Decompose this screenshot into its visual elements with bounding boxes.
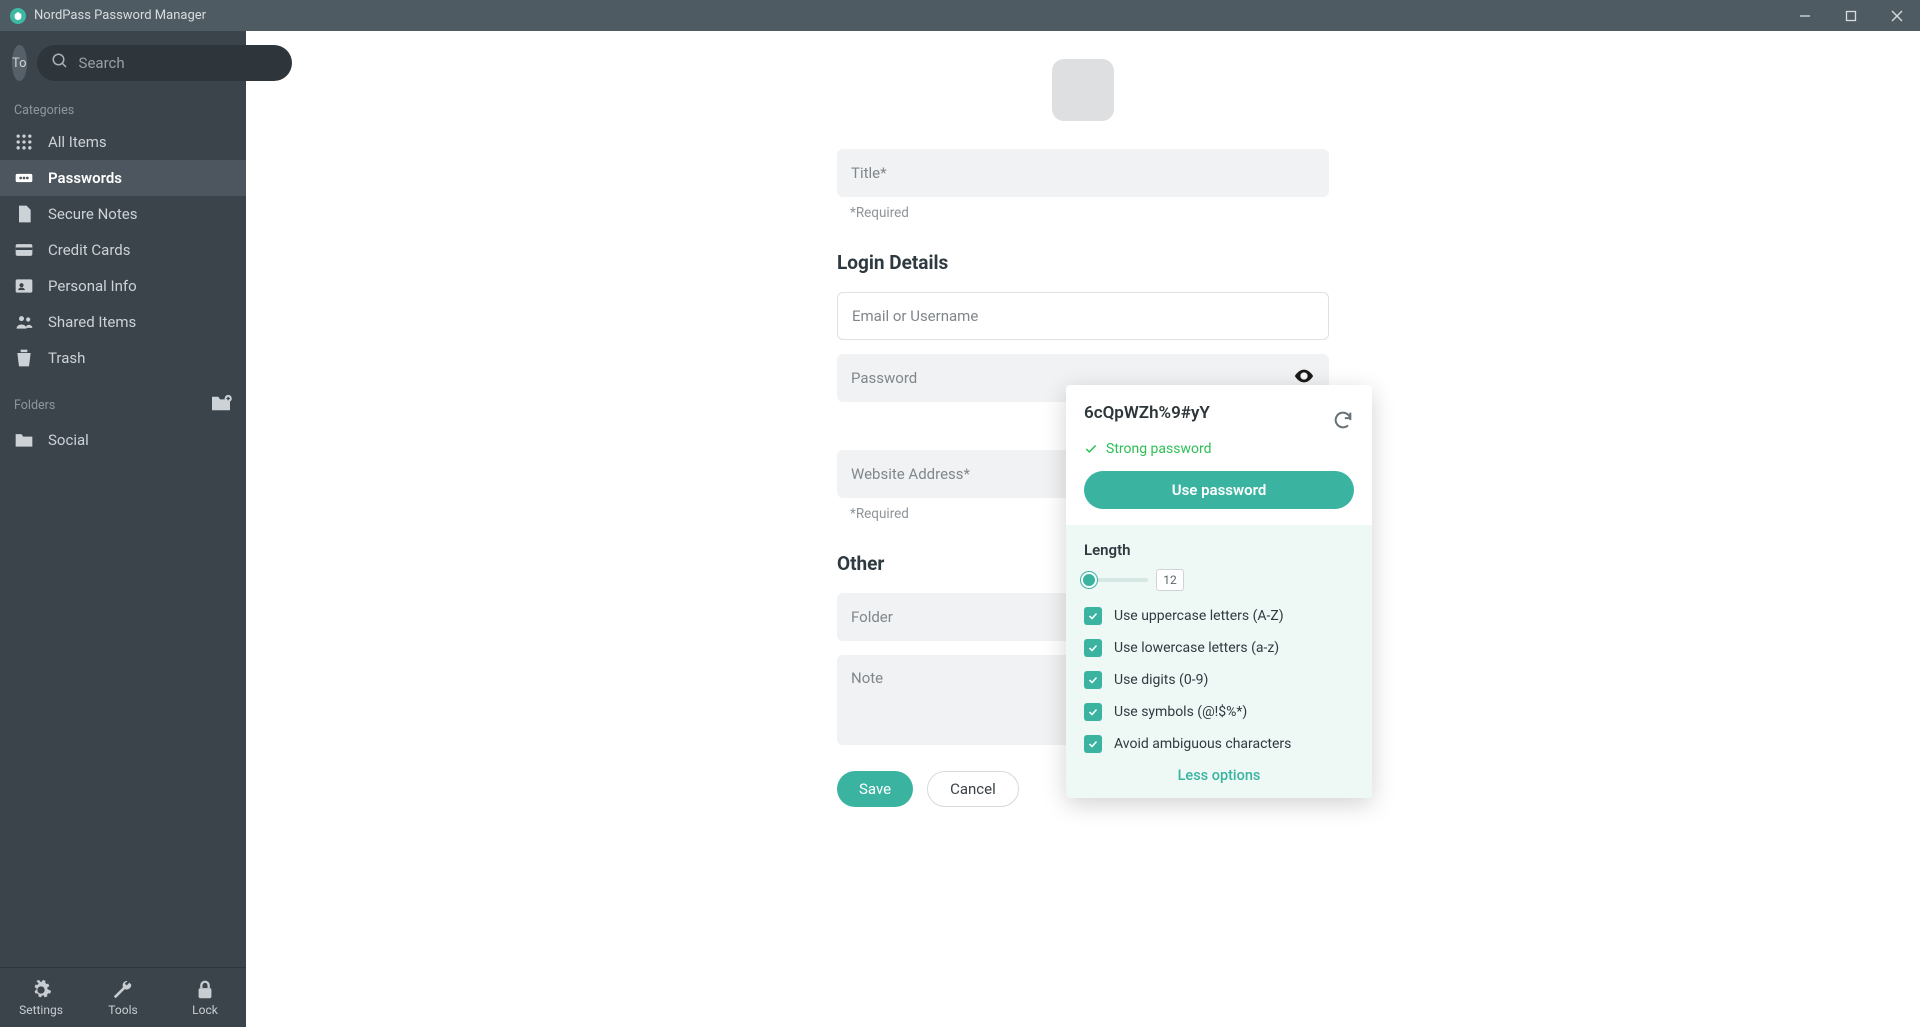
sidebar-item-credit-cards[interactable]: Credit Cards <box>0 232 246 268</box>
app-logo-icon <box>10 8 26 24</box>
option-uppercase[interactable]: Use uppercase letters (A-Z) <box>1084 607 1354 625</box>
grid-icon <box>14 132 34 152</box>
checkbox-icon <box>1084 703 1102 721</box>
option-digits[interactable]: Use digits (0-9) <box>1084 671 1354 689</box>
sidebar-folder-social[interactable]: Social <box>0 422 246 458</box>
option-symbols[interactable]: Use symbols (@!$%*) <box>1084 703 1354 721</box>
tools-button[interactable]: Tools <box>82 968 164 1027</box>
cancel-button[interactable]: Cancel <box>927 771 1019 807</box>
sidebar-item-personal-info[interactable]: Personal Info <box>0 268 246 304</box>
length-value[interactable]: 12 <box>1156 569 1184 591</box>
checkbox-icon <box>1084 671 1102 689</box>
gear-icon <box>30 979 52 1001</box>
sidebar-item-label: Passwords <box>48 169 122 187</box>
title-bar: NordPass Password Manager <box>0 0 1920 31</box>
password-generator-popup: 6cQpWZh%9#yY Strong password Use passwor… <box>1066 385 1372 798</box>
sidebar-item-trash[interactable]: Trash <box>0 340 246 376</box>
sidebar: To Categories All Items Passwords Secure… <box>0 31 246 1027</box>
check-icon <box>1084 442 1098 456</box>
sidebar-item-label: Trash <box>48 349 85 367</box>
sidebar-item-label: Social <box>48 431 89 449</box>
title-field[interactable]: Title* <box>837 149 1329 197</box>
window-close-button[interactable] <box>1874 0 1920 31</box>
settings-button[interactable]: Settings <box>0 968 82 1027</box>
people-icon <box>14 312 34 332</box>
note-icon <box>14 204 34 224</box>
search-icon <box>51 52 69 74</box>
sidebar-item-shared-items[interactable]: Shared Items <box>0 304 246 340</box>
sidebar-item-label: Secure Notes <box>48 205 137 223</box>
use-password-button[interactable]: Use password <box>1084 471 1354 509</box>
sidebar-item-passwords[interactable]: Passwords <box>0 160 246 196</box>
sidebar-item-label: Credit Cards <box>48 241 130 259</box>
sidebar-item-all-items[interactable]: All Items <box>0 124 246 160</box>
less-options-button[interactable]: Less options <box>1084 767 1354 784</box>
option-lowercase[interactable]: Use lowercase letters (a-z) <box>1084 639 1354 657</box>
main-content: Title* *Required Login Details Email or … <box>246 31 1920 1027</box>
sidebar-item-label: All Items <box>48 133 107 151</box>
length-label: Length <box>1084 541 1354 559</box>
strength-indicator: Strong password <box>1084 441 1354 457</box>
sidebar-item-label: Personal Info <box>48 277 137 295</box>
save-button[interactable]: Save <box>837 771 913 807</box>
lock-icon <box>194 979 216 1001</box>
email-field[interactable]: Email or Username <box>837 292 1329 340</box>
avatar[interactable]: To <box>12 45 27 81</box>
password-icon <box>14 168 34 188</box>
sidebar-item-label: Shared Items <box>48 313 136 331</box>
window-maximize-button[interactable] <box>1828 0 1874 31</box>
categories-label: Categories <box>0 95 246 124</box>
checkbox-icon <box>1084 639 1102 657</box>
required-hint: *Required <box>850 205 1329 221</box>
sidebar-item-secure-notes[interactable]: Secure Notes <box>0 196 246 232</box>
site-icon-placeholder[interactable] <box>1052 59 1114 121</box>
length-slider[interactable] <box>1084 578 1148 582</box>
lock-button[interactable]: Lock <box>164 968 246 1027</box>
login-details-heading: Login Details <box>837 251 1329 274</box>
wrench-icon <box>112 979 134 1001</box>
card-icon <box>14 240 34 260</box>
window-minimize-button[interactable] <box>1782 0 1828 31</box>
trash-icon <box>14 348 34 368</box>
window-title: NordPass Password Manager <box>34 8 1782 23</box>
person-icon <box>14 276 34 296</box>
option-ambiguous[interactable]: Avoid ambiguous characters <box>1084 735 1354 753</box>
folder-icon <box>14 430 34 450</box>
folders-label: Folders <box>14 398 55 413</box>
checkbox-icon <box>1084 607 1102 625</box>
refresh-button[interactable] <box>1332 403 1354 435</box>
add-folder-button[interactable] <box>210 394 232 416</box>
generated-password: 6cQpWZh%9#yY <box>1084 403 1210 423</box>
checkbox-icon <box>1084 735 1102 753</box>
